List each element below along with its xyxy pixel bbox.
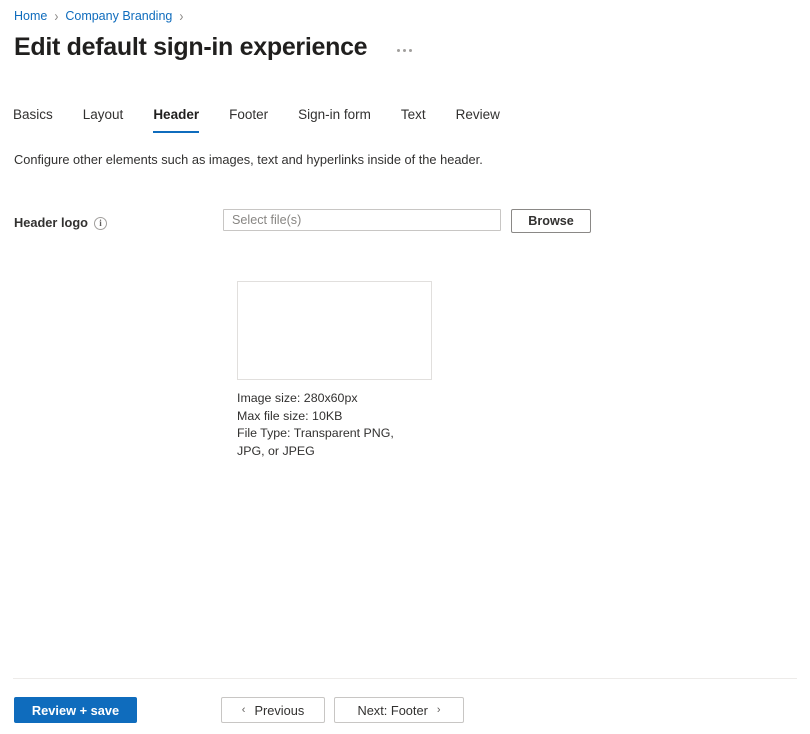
header-logo-label-group: Header logo i — [0, 209, 223, 233]
chevron-left-icon: ‹ — [242, 705, 246, 716]
tab-footer[interactable]: Footer — [229, 104, 268, 134]
wizard-footer: Review + save ‹ Previous Next: Footer › — [0, 694, 810, 726]
info-icon[interactable]: i — [94, 217, 107, 230]
ellipsis-dot — [397, 49, 400, 52]
tab-sign-in-form[interactable]: Sign-in form — [298, 104, 371, 134]
footer-divider — [13, 678, 797, 679]
more-commands-icon[interactable] — [391, 38, 417, 62]
tab-layout[interactable]: Layout — [83, 104, 124, 134]
hint-image-size: Image size: 280x60px — [237, 390, 427, 408]
tab-header[interactable]: Header — [153, 104, 199, 134]
tab-review[interactable]: Review — [456, 104, 500, 134]
previous-button-label: Previous — [254, 703, 304, 718]
next-button-label: Next: Footer — [357, 703, 427, 718]
previous-button[interactable]: ‹ Previous — [221, 697, 325, 723]
tab-basics[interactable]: Basics — [13, 104, 53, 134]
wizard-tablist: Basics Layout Header Footer Sign-in form… — [13, 104, 530, 134]
header-logo-field-row: Header logo i Browse — [0, 209, 810, 233]
breadcrumb-item-home[interactable]: Home — [14, 8, 47, 24]
breadcrumb: Home › Company Branding › — [14, 8, 190, 24]
page-header: Edit default sign-in experience — [14, 31, 417, 63]
header-logo-label: Header logo — [14, 213, 88, 233]
header-logo-requirements: Image size: 280x60px Max file size: 10KB… — [237, 390, 427, 460]
browse-button[interactable]: Browse — [511, 209, 591, 233]
tab-text[interactable]: Text — [401, 104, 426, 134]
chevron-right-icon: › — [437, 705, 441, 716]
header-logo-preview — [237, 281, 432, 380]
page-title: Edit default sign-in experience — [14, 31, 367, 63]
breadcrumb-separator-icon: › — [179, 6, 183, 26]
hint-file-type-line1: File Type: Transparent PNG, — [237, 425, 427, 443]
hint-file-type-line2: JPG, or JPEG — [237, 443, 427, 461]
breadcrumb-separator-icon: › — [54, 6, 58, 26]
next-footer-button[interactable]: Next: Footer › — [334, 697, 464, 723]
ellipsis-dot — [409, 49, 412, 52]
tab-description: Configure other elements such as images,… — [14, 151, 483, 169]
hint-max-file-size: Max file size: 10KB — [237, 408, 427, 426]
ellipsis-dot — [403, 49, 406, 52]
review-save-button[interactable]: Review + save — [14, 697, 137, 723]
breadcrumb-item-company-branding[interactable]: Company Branding — [65, 8, 172, 24]
header-logo-file-input[interactable] — [223, 209, 501, 231]
